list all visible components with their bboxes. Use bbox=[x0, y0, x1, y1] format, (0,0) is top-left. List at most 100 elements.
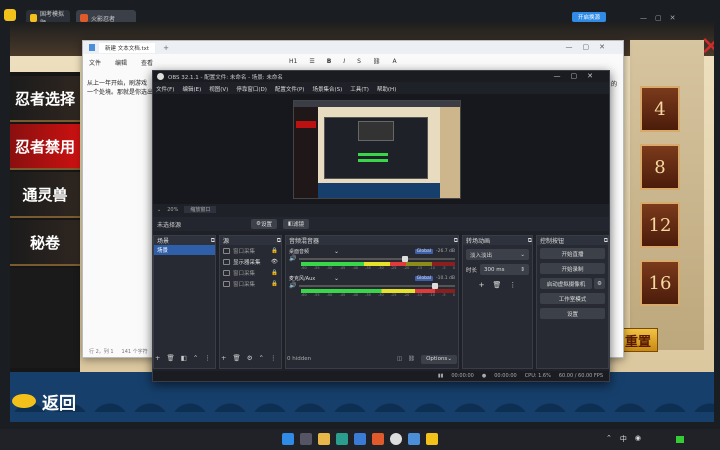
list-icon[interactable]: ☰ bbox=[309, 58, 314, 65]
menu-help[interactable]: 帮助(H) bbox=[377, 85, 396, 93]
chevron-down-icon[interactable]: ⌄ bbox=[157, 207, 161, 213]
notepad-tab[interactable]: 新建 文本文档.txt bbox=[99, 42, 156, 53]
new-tab-icon[interactable]: + bbox=[163, 44, 169, 52]
source-settings-button[interactable]: ⚙ 设置 bbox=[251, 219, 277, 229]
chevron-down-icon[interactable]: ⌄ bbox=[334, 275, 339, 282]
trash-icon[interactable]: 🗑 bbox=[492, 281, 501, 289]
global-badge: Global bbox=[414, 248, 433, 254]
menu-view[interactable]: 查看 bbox=[141, 58, 153, 67]
bold-icon[interactable]: B bbox=[327, 58, 332, 65]
more-icon[interactable]: ⋮ bbox=[204, 354, 211, 364]
notepad-text[interactable]: 从上一年开始，刷游戏 一个处境。那就是你选出 bbox=[87, 79, 153, 97]
window-controls-icon[interactable]: —▢✕ bbox=[554, 72, 603, 80]
zoom-value[interactable]: 20% bbox=[167, 207, 178, 213]
confirm-button[interactable]: 重置 bbox=[618, 328, 658, 352]
studio-mode-button[interactable]: 工作室模式 bbox=[540, 293, 605, 304]
preview-canvas[interactable] bbox=[293, 100, 461, 199]
dock-float-icon[interactable]: ⧉ bbox=[277, 237, 281, 245]
strike-icon[interactable]: S bbox=[357, 58, 361, 65]
trash-icon[interactable]: 🗑 bbox=[232, 354, 240, 364]
dock-float-icon[interactable]: ⧉ bbox=[211, 237, 215, 245]
settings-button[interactable]: 设置 bbox=[540, 308, 605, 319]
options-button[interactable]: Options ⌄ bbox=[421, 354, 457, 364]
menu-ninja-ban[interactable]: 忍者禁用 bbox=[10, 124, 80, 170]
chrome-icon[interactable] bbox=[354, 433, 366, 445]
number-tile[interactable]: 16 bbox=[640, 260, 680, 306]
menu-profile[interactable]: 配置文件(P) bbox=[275, 85, 305, 93]
source-item[interactable]: 窗口采集 🔒 bbox=[220, 278, 281, 289]
menu-edit[interactable]: 编辑 bbox=[115, 58, 127, 67]
shield-icon[interactable]: ◉ bbox=[635, 434, 641, 444]
number-tile[interactable]: 12 bbox=[640, 202, 680, 248]
edge-icon[interactable] bbox=[336, 433, 348, 445]
lock-icon[interactable]: 🔒 bbox=[271, 281, 278, 287]
scene-item[interactable]: 场景 bbox=[154, 245, 215, 255]
link-icon[interactable]: ⛓ bbox=[373, 58, 381, 65]
chevron-up-icon[interactable]: ⌃ bbox=[259, 354, 264, 364]
dock-float-icon[interactable]: ⧉ bbox=[604, 237, 608, 245]
back-button[interactable]: 返回 bbox=[12, 386, 102, 416]
menu-file[interactable]: 文件 bbox=[89, 58, 101, 67]
app-logo-icon[interactable] bbox=[4, 9, 16, 21]
zoom-mode-dropdown[interactable]: 缩放窗口 bbox=[184, 206, 217, 213]
start-recording-button[interactable]: 开始录制 bbox=[540, 263, 605, 274]
menu-edit[interactable]: 编辑(E) bbox=[182, 85, 201, 93]
menu-scene-collection[interactable]: 场景集合(S) bbox=[312, 85, 342, 93]
game-icon[interactable] bbox=[372, 433, 384, 445]
transition-dropdown[interactable]: 淡入淡出 ⌄ bbox=[466, 249, 529, 260]
lock-icon[interactable]: 🔒 bbox=[271, 270, 278, 276]
more-icon[interactable]: ⋮ bbox=[270, 354, 277, 364]
volume-slider[interactable] bbox=[299, 282, 455, 289]
lock-icon[interactable]: 🔒 bbox=[271, 248, 278, 254]
virtual-camera-button[interactable]: 启动虚拟摄像机 bbox=[540, 278, 592, 289]
add-icon[interactable]: + bbox=[221, 354, 226, 364]
menu-docks[interactable]: 停靠窗口(D) bbox=[236, 85, 267, 93]
dock-float-icon[interactable]: ⧉ bbox=[528, 237, 532, 245]
chevron-up-icon[interactable]: ⌃ bbox=[193, 354, 198, 364]
gear-icon[interactable]: ⚙ bbox=[247, 354, 253, 364]
source-filter-button[interactable]: ◧ 滤镜 bbox=[283, 219, 309, 229]
menu-view[interactable]: 视图(V) bbox=[209, 85, 228, 93]
app-icon[interactable] bbox=[426, 433, 438, 445]
source-item[interactable]: 显示器采集 👁 bbox=[220, 256, 281, 267]
number-tile[interactable]: 4 bbox=[640, 86, 680, 132]
heading-dropdown[interactable]: H1 bbox=[289, 58, 297, 65]
task-view-icon[interactable] bbox=[300, 433, 312, 445]
menu-tools[interactable]: 工具(T) bbox=[350, 85, 369, 93]
explorer-icon[interactable] bbox=[318, 433, 330, 445]
switch-source-button[interactable]: 开启换源 bbox=[572, 12, 606, 22]
notepad-icon[interactable] bbox=[408, 433, 420, 445]
chevron-down-icon[interactable]: ⌄ bbox=[334, 248, 339, 255]
source-item[interactable]: 窗口采集 🔒 bbox=[220, 245, 281, 256]
volume-slider[interactable] bbox=[299, 255, 455, 262]
trash-icon[interactable]: 🗑 bbox=[166, 354, 174, 364]
eye-icon[interactable]: 👁 bbox=[271, 259, 278, 265]
window-controls-icon[interactable]: —▢✕ bbox=[566, 43, 615, 51]
window-controls-icon[interactable]: —▢✕ bbox=[640, 14, 700, 22]
source-item[interactable]: 窗口采集 🔒 bbox=[220, 267, 281, 278]
add-icon[interactable]: + bbox=[155, 354, 160, 364]
italic-icon[interactable]: I bbox=[343, 58, 345, 65]
ime-indicator[interactable]: 中 bbox=[620, 434, 627, 444]
start-streaming-button[interactable]: 开始直播 bbox=[540, 248, 605, 259]
start-icon[interactable] bbox=[282, 433, 294, 445]
layout-icon[interactable]: ◫ bbox=[397, 356, 402, 362]
gear-icon[interactable]: ⚙ bbox=[594, 278, 605, 289]
clear-format-icon[interactable]: A bbox=[393, 58, 397, 65]
filter-icon[interactable]: ◧ bbox=[181, 354, 187, 364]
obs-icon[interactable] bbox=[390, 433, 402, 445]
menu-summon[interactable]: 通灵兽 bbox=[10, 172, 80, 218]
duration-spinbox[interactable]: 300 ms ⇕ bbox=[480, 264, 529, 275]
speaker-icon[interactable]: 🔊 bbox=[289, 282, 296, 289]
link-icon[interactable]: ⛓ bbox=[408, 356, 415, 362]
more-icon[interactable]: ⋮ bbox=[509, 281, 516, 289]
speaker-icon[interactable]: 🔊 bbox=[289, 255, 296, 262]
dock-float-icon[interactable]: ⧉ bbox=[454, 237, 458, 245]
add-icon[interactable]: + bbox=[479, 281, 485, 289]
menu-file[interactable]: 文件(F) bbox=[156, 85, 174, 93]
tab-favicon-icon bbox=[80, 14, 88, 22]
chevron-up-icon[interactable]: ⌃ bbox=[606, 434, 612, 444]
menu-scroll[interactable]: 秘卷 bbox=[10, 220, 80, 266]
menu-ninja-select[interactable]: 忍者选择 bbox=[10, 76, 80, 122]
number-tile[interactable]: 8 bbox=[640, 144, 680, 190]
